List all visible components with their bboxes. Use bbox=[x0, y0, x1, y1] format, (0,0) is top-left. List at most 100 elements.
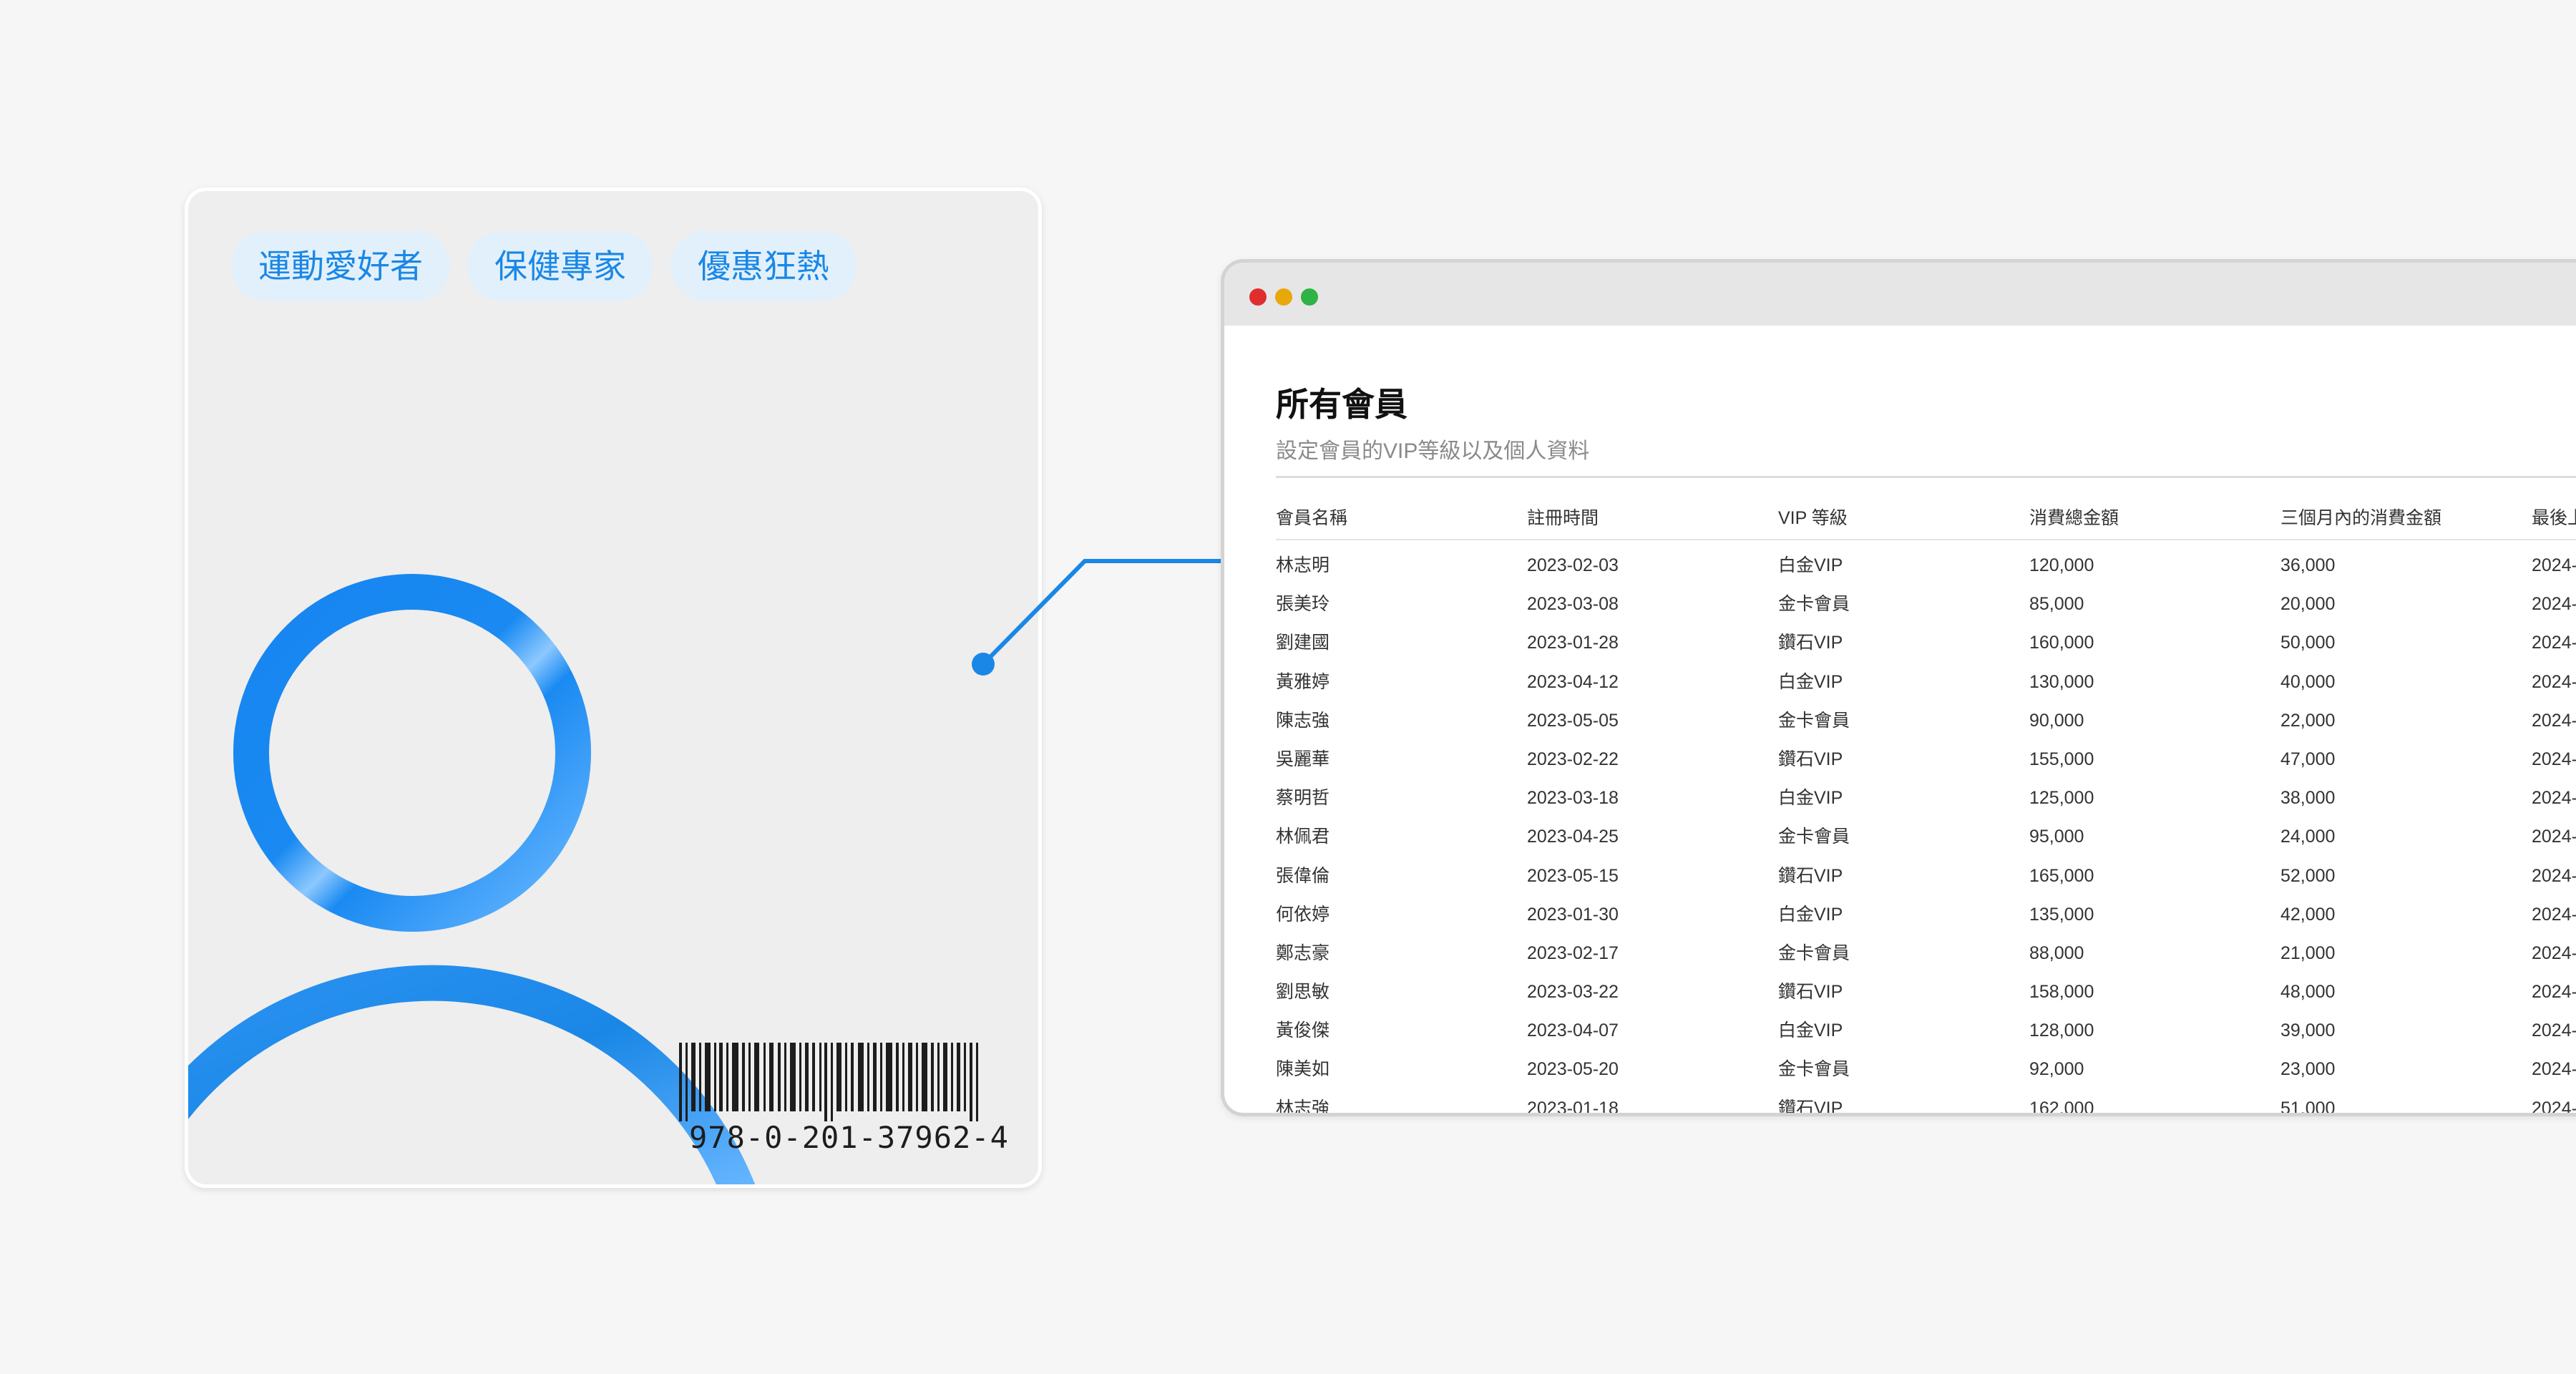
cell-spend-3-months: 47,000 bbox=[2280, 749, 2336, 769]
cell-last-login: 2024-0 bbox=[2532, 865, 2576, 886]
cell-registered-date: 2023-04-12 bbox=[1527, 671, 1619, 692]
cell-spend-3-months: 20,000 bbox=[2280, 594, 2336, 615]
cell-vip-level: 金卡會員 bbox=[1778, 827, 1850, 847]
cell-spend-3-months: 51,000 bbox=[2280, 1098, 2336, 1116]
column-header-last-login[interactable]: 最後上 bbox=[2532, 499, 2576, 537]
column-header-spend-3-months[interactable]: 三個月內的消費金額 bbox=[2280, 499, 2441, 537]
cell-total-spend: 92,000 bbox=[2029, 1059, 2084, 1080]
table-row[interactable]: 林志強 2023-01-18 鑽石VIP 162,000 51,000 2024-0 bbox=[1276, 1089, 2576, 1116]
cell-spend-3-months: 40,000 bbox=[2280, 671, 2336, 692]
cell-registered-date: 2023-01-30 bbox=[1527, 904, 1619, 925]
cell-registered-date: 2023-05-05 bbox=[1527, 710, 1619, 731]
cell-spend-3-months: 48,000 bbox=[2280, 982, 2336, 1003]
cell-total-spend: 160,000 bbox=[2029, 633, 2094, 653]
cell-registered-date: 2023-05-15 bbox=[1527, 865, 1619, 886]
cell-vip-level: 金卡會員 bbox=[1778, 942, 1850, 963]
cell-member-name: 張美玲 bbox=[1276, 594, 1330, 615]
cell-spend-3-months: 22,000 bbox=[2280, 710, 2336, 731]
cell-last-login: 2024-0 bbox=[2532, 942, 2576, 963]
cell-spend-3-months: 50,000 bbox=[2280, 633, 2336, 653]
cell-spend-3-months: 23,000 bbox=[2280, 1059, 2336, 1080]
table-row[interactable]: 黃雅婷 2023-04-12 白金VIP 130,000 40,000 2024-0 bbox=[1276, 663, 2576, 701]
cell-vip-level: 鑽石VIP bbox=[1778, 982, 1843, 1003]
table-row[interactable]: 林佩君 2023-04-25 金卡會員 95,000 24,000 2024-0 bbox=[1276, 817, 2576, 856]
cell-vip-level: 鑽石VIP bbox=[1778, 749, 1843, 769]
cell-registered-date: 2023-01-28 bbox=[1527, 633, 1619, 653]
column-header-vip-level[interactable]: VIP 等級 bbox=[1778, 499, 1848, 537]
cell-spend-3-months: 21,000 bbox=[2280, 942, 2336, 963]
cell-registered-date: 2023-03-18 bbox=[1527, 788, 1619, 809]
cell-vip-level: 金卡會員 bbox=[1778, 594, 1850, 615]
cell-total-spend: 165,000 bbox=[2029, 865, 2094, 886]
cell-member-name: 吳麗華 bbox=[1276, 749, 1330, 769]
cell-total-spend: 162,000 bbox=[2029, 1098, 2094, 1116]
window-titlebar bbox=[1224, 263, 2576, 326]
browser-window: 所有會員 設定會員的VIP等級以及個人資料 會員名稱 註冊時間 VIP 等級 消… bbox=[1221, 259, 2576, 1116]
cell-total-spend: 95,000 bbox=[2029, 827, 2084, 847]
cell-last-login: 2024-0 bbox=[2532, 671, 2576, 692]
cell-vip-level: 白金VIP bbox=[1778, 671, 1843, 692]
table-row[interactable]: 林志明 2023-02-03 白金VIP 120,000 36,000 2024-0 bbox=[1276, 546, 2576, 585]
cell-total-spend: 90,000 bbox=[2029, 710, 2084, 731]
cell-spend-3-months: 36,000 bbox=[2280, 555, 2336, 575]
column-header-name[interactable]: 會員名稱 bbox=[1276, 499, 1347, 537]
cell-vip-level: 鑽石VIP bbox=[1778, 865, 1843, 886]
table-row[interactable]: 吳麗華 2023-02-22 鑽石VIP 155,000 47,000 2024-0 bbox=[1276, 740, 2576, 779]
member-table-body: 林志明 2023-02-03 白金VIP 120,000 36,000 2024-0 張美玲… bbox=[1276, 546, 2576, 1116]
close-window-button[interactable] bbox=[1249, 288, 1267, 306]
cell-last-login: 2024-0 bbox=[2532, 1059, 2576, 1080]
cell-member-name: 張偉倫 bbox=[1276, 865, 1330, 886]
table-row[interactable]: 張偉倫 2023-05-15 鑽石VIP 165,000 52,000 2024-0 bbox=[1276, 857, 2576, 895]
cell-registered-date: 2023-04-25 bbox=[1527, 827, 1619, 847]
cell-registered-date: 2023-05-20 bbox=[1527, 1059, 1619, 1080]
cell-registered-date: 2023-01-18 bbox=[1527, 1098, 1619, 1116]
page-subtitle: 設定會員的VIP等級以及個人資料 bbox=[1276, 439, 1590, 463]
table-row[interactable]: 劉思敏 2023-03-22 鑽石VIP 158,000 48,000 2024-0 bbox=[1276, 973, 2576, 1011]
cell-vip-level: 金卡會員 bbox=[1778, 710, 1850, 731]
cell-last-login: 2024-0 bbox=[2532, 788, 2576, 809]
cell-last-login: 2024-0 bbox=[2532, 710, 2576, 731]
minimize-window-button[interactable] bbox=[1275, 288, 1292, 306]
cell-vip-level: 白金VIP bbox=[1778, 1020, 1843, 1041]
cell-spend-3-months: 38,000 bbox=[2280, 788, 2336, 809]
cell-spend-3-months: 24,000 bbox=[2280, 827, 2336, 847]
divider bbox=[1276, 476, 2576, 478]
connector-dot-start bbox=[972, 653, 995, 676]
cell-total-spend: 125,000 bbox=[2029, 788, 2094, 809]
cell-total-spend: 88,000 bbox=[2029, 942, 2084, 963]
column-header-registered[interactable]: 註冊時間 bbox=[1527, 499, 1599, 537]
cell-vip-level: 白金VIP bbox=[1778, 788, 1843, 809]
cell-total-spend: 120,000 bbox=[2029, 555, 2094, 575]
cell-member-name: 蔡明哲 bbox=[1276, 788, 1330, 809]
table-row[interactable]: 黃俊傑 2023-04-07 白金VIP 128,000 39,000 2024-0 bbox=[1276, 1011, 2576, 1050]
cell-last-login: 2024-0 bbox=[2532, 1098, 2576, 1116]
page-title: 所有會員 bbox=[1276, 386, 1407, 423]
cell-member-name: 何依婷 bbox=[1276, 904, 1330, 925]
table-row[interactable]: 鄭志豪 2023-02-17 金卡會員 88,000 21,000 2024-0 bbox=[1276, 934, 2576, 973]
cell-registered-date: 2023-04-07 bbox=[1527, 1020, 1619, 1041]
table-row[interactable]: 劉建國 2023-01-28 鑽石VIP 160,000 50,000 2024-0 bbox=[1276, 623, 2576, 662]
cell-total-spend: 128,000 bbox=[2029, 1020, 2094, 1041]
table-row[interactable]: 陳志強 2023-05-05 金卡會員 90,000 22,000 2024-0 bbox=[1276, 701, 2576, 740]
cell-member-name: 劉建國 bbox=[1276, 633, 1330, 653]
cell-spend-3-months: 39,000 bbox=[2280, 1020, 2336, 1041]
column-header-total-spend[interactable]: 消費總金額 bbox=[2029, 499, 2119, 537]
cell-total-spend: 130,000 bbox=[2029, 671, 2094, 692]
table-row[interactable]: 蔡明哲 2023-03-18 白金VIP 125,000 38,000 2024-0 bbox=[1276, 779, 2576, 817]
cell-member-name: 林志明 bbox=[1276, 555, 1330, 575]
table-row[interactable]: 何依婷 2023-01-30 白金VIP 135,000 42,000 2024-0 bbox=[1276, 895, 2576, 934]
cell-last-login: 2024-0 bbox=[2532, 594, 2576, 615]
cell-member-name: 陳美如 bbox=[1276, 1059, 1330, 1080]
cell-vip-level: 白金VIP bbox=[1778, 555, 1843, 575]
table-row[interactable]: 陳美如 2023-05-20 金卡會員 92,000 23,000 2024-0 bbox=[1276, 1050, 2576, 1088]
cell-registered-date: 2023-02-22 bbox=[1527, 749, 1619, 769]
cell-registered-date: 2023-02-03 bbox=[1527, 555, 1619, 575]
cell-member-name: 劉思敏 bbox=[1276, 982, 1330, 1003]
cell-total-spend: 155,000 bbox=[2029, 749, 2094, 769]
cell-last-login: 2024-0 bbox=[2532, 827, 2576, 847]
cell-registered-date: 2023-02-17 bbox=[1527, 942, 1619, 963]
maximize-window-button[interactable] bbox=[1301, 288, 1318, 306]
cell-vip-level: 鑽石VIP bbox=[1778, 1098, 1843, 1116]
cell-member-name: 林佩君 bbox=[1276, 827, 1330, 847]
table-row[interactable]: 張美玲 2023-03-08 金卡會員 85,000 20,000 2024-0 bbox=[1276, 585, 2576, 623]
